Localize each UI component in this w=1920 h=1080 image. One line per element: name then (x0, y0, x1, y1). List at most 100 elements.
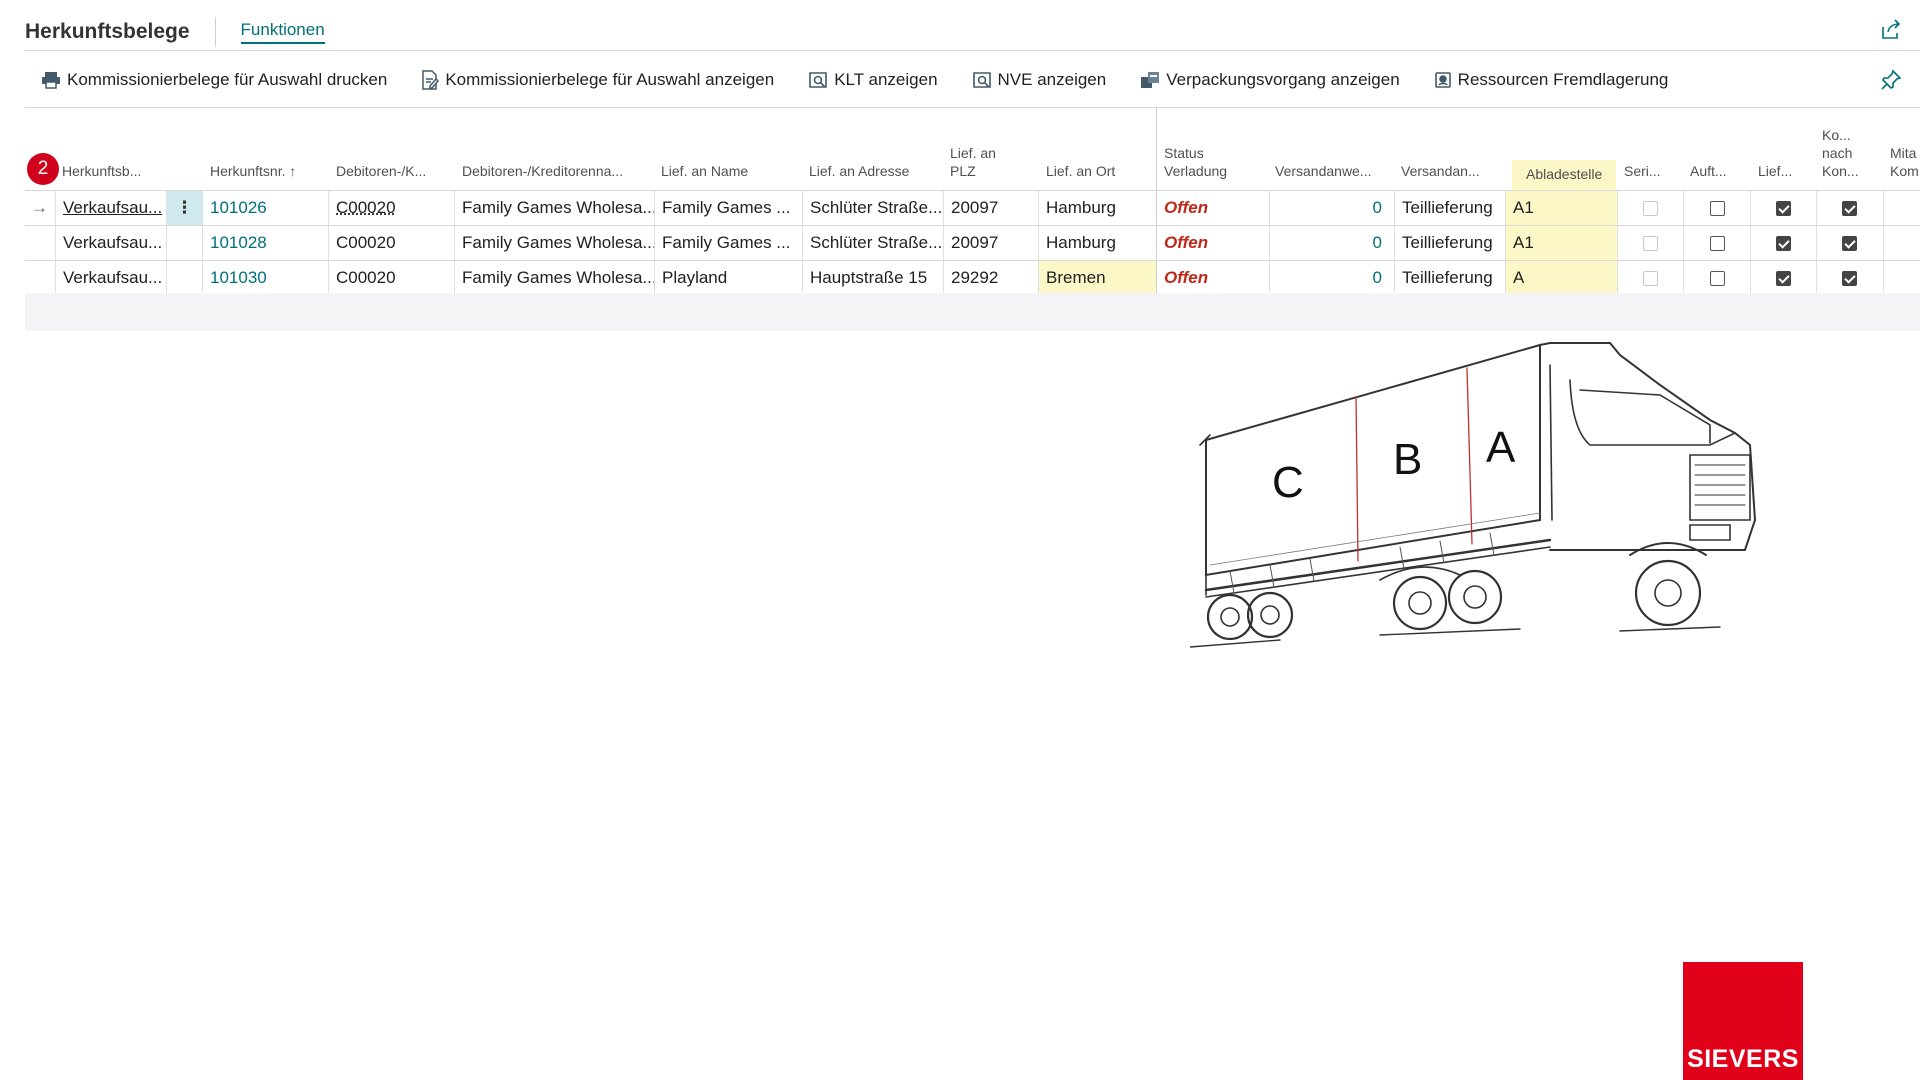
checkbox[interactable] (1776, 201, 1791, 216)
cell-ko[interactable] (1816, 226, 1883, 260)
cell-versandart[interactable]: Teillieferung (1394, 261, 1505, 295)
table-row[interactable]: Verkaufsau... 101028 C00020 Family Games… (25, 225, 1920, 260)
cell-status[interactable]: Offen (1156, 191, 1269, 225)
cell-ko[interactable] (1816, 191, 1883, 225)
action-label: Kommissionierbelege für Auswahl anzeigen (445, 70, 775, 89)
page-title: Herkunftsbelege (25, 20, 190, 43)
cell-ko[interactable] (1816, 261, 1883, 295)
truck-label-b: B (1393, 435, 1422, 484)
cell-debitor-name[interactable]: Family Games Wholesa... (454, 226, 654, 260)
cell-lief[interactable] (1750, 226, 1816, 260)
cell-versandanweisung[interactable]: 0 (1269, 191, 1394, 225)
cell-debitor-nr[interactable]: C00020 (328, 191, 454, 225)
checkbox[interactable] (1710, 271, 1725, 286)
cell-herkunftsnr[interactable]: 101028 (202, 226, 328, 260)
col-header-lief[interactable]: Lief... (1758, 162, 1792, 180)
show-klt-button[interactable]: KLT anzeigen (808, 70, 938, 90)
cell-seri (1617, 191, 1683, 225)
show-packing-process-button[interactable]: Verpackungsvorgang anzeigen (1140, 70, 1400, 90)
cell-text: Verkaufsau... (63, 198, 163, 217)
cell-mita[interactable] (1883, 226, 1920, 260)
col-header-seri[interactable]: Seri... (1624, 162, 1661, 180)
checkbox[interactable] (1776, 236, 1791, 251)
cell-mita[interactable] (1883, 191, 1920, 225)
col-header-ko[interactable]: Ko... nach Kon... (1822, 126, 1859, 180)
col-header-auft[interactable]: Auft... (1690, 162, 1727, 180)
table-row[interactable]: → Verkaufsau... ⋮ 101026 C00020 Family G… (25, 190, 1920, 225)
cell-debitor-name[interactable]: Family Games Wholesa... (454, 261, 654, 295)
cell-debitor-name[interactable]: Family Games Wholesa... (454, 191, 654, 225)
print-picking-docs-button[interactable]: Kommissionierbelege für Auswahl drucken (41, 70, 387, 90)
col-header-line: Kom (1890, 163, 1919, 179)
cell-herkunftsnr[interactable]: 101026 (202, 191, 328, 225)
divider (25, 50, 1920, 51)
cell-herkunftsbeleg[interactable]: Verkaufsau... (55, 191, 166, 225)
cell-debitor-nr[interactable]: C00020 (328, 226, 454, 260)
col-header-debitor-nr[interactable]: Debitoren-/K... (336, 162, 426, 180)
cell-seri (1617, 226, 1683, 260)
cell-herkunftsnr[interactable]: 101030 (202, 261, 328, 295)
col-header-herkunftsnr[interactable]: Herkunftsnr. ↑ (210, 162, 296, 180)
cell-lief-plz[interactable]: 29292 (943, 261, 1038, 295)
printer-icon (42, 72, 60, 89)
col-header-lief-adresse[interactable]: Lief. an Adresse (809, 162, 909, 180)
cell-lief-name[interactable]: Family Games ... (654, 226, 802, 260)
current-row-arrow-icon: → (31, 198, 48, 217)
col-header-lief-ort[interactable]: Lief. an Ort (1046, 162, 1115, 180)
cell-lief-plz[interactable]: 20097 (943, 226, 1038, 260)
truck-label-a: A (1486, 423, 1516, 472)
tab-funktionen[interactable]: Funktionen (240, 20, 325, 44)
cell-herkunftsbeleg[interactable]: Verkaufsau... (55, 261, 166, 295)
cell-abladestelle[interactable]: A1 (1505, 191, 1617, 225)
cell-status[interactable]: Offen (1156, 261, 1269, 295)
cell-herkunftsbeleg[interactable]: Verkaufsau... (55, 226, 166, 260)
col-header-versandart[interactable]: Versandan... (1401, 162, 1480, 180)
cell-debitor-nr[interactable]: C00020 (328, 261, 454, 295)
cell-versandart[interactable]: Teillieferung (1394, 226, 1505, 260)
col-header-status[interactable]: Status Verladung (1164, 144, 1227, 180)
cell-auft[interactable] (1683, 226, 1750, 260)
cell-lief[interactable] (1750, 261, 1816, 295)
cell-versandart[interactable]: Teillieferung (1394, 191, 1505, 225)
cell-abladestelle[interactable]: A1 (1505, 226, 1617, 260)
col-header-mita[interactable]: Mita Kom (1890, 144, 1919, 180)
col-header-lief-plz[interactable]: Lief. an PLZ (950, 144, 996, 180)
cell-lief-ort[interactable]: Hamburg (1038, 226, 1156, 260)
col-header-debitor-name[interactable]: Debitoren-/Kreditorenna... (462, 162, 623, 180)
cell-abladestelle[interactable]: A (1505, 261, 1617, 295)
checkbox[interactable] (1710, 236, 1725, 251)
show-nve-button[interactable]: NVE anzeigen (972, 70, 1106, 90)
col-header-line: PLZ (950, 163, 976, 179)
row-actions-menu-icon[interactable]: ⋮ (166, 191, 202, 225)
cell-lief[interactable] (1750, 191, 1816, 225)
resources-external-storage-button[interactable]: Ressourcen Fremdlagerung (1434, 70, 1668, 90)
cell-versandanweisung[interactable]: 0 (1269, 226, 1394, 260)
cell-lief-ort[interactable]: Bremen (1038, 261, 1156, 295)
cell-auft[interactable] (1683, 261, 1750, 295)
table-row[interactable]: Verkaufsau... 101030 C00020 Family Games… (25, 260, 1920, 295)
cell-lief-plz[interactable]: 20097 (943, 191, 1038, 225)
col-header-herkunftsbeleg[interactable]: Herkunftsb... (62, 162, 141, 180)
cell-lief-ort[interactable]: Hamburg (1038, 191, 1156, 225)
checkbox[interactable] (1710, 201, 1725, 216)
cell-mita[interactable] (1883, 261, 1920, 295)
show-picking-docs-button[interactable]: Kommissionierbelege für Auswahl anzeigen (421, 70, 774, 90)
checkbox[interactable] (1842, 201, 1857, 216)
cell-lief-name[interactable]: Family Games ... (654, 191, 802, 225)
cell-versandanweisung[interactable]: 0 (1269, 261, 1394, 295)
col-header-versandanweisung[interactable]: Versandanwe... (1275, 162, 1372, 180)
col-header-abladestelle[interactable]: Abladestelle (1512, 160, 1617, 190)
cell-lief-name[interactable]: Playland (654, 261, 802, 295)
cell-auft[interactable] (1683, 191, 1750, 225)
cell-lief-adresse[interactable]: Schlüter Straße... (802, 226, 943, 260)
checkbox[interactable] (1842, 271, 1857, 286)
checkbox[interactable] (1842, 236, 1857, 251)
col-header-lief-name[interactable]: Lief. an Name (661, 162, 748, 180)
cell-lief-adresse[interactable]: Hauptstraße 15 (802, 261, 943, 295)
cell-status[interactable]: Offen (1156, 226, 1269, 260)
checkbox[interactable] (1776, 271, 1791, 286)
cell-lief-adresse[interactable]: Schlüter Straße... (802, 191, 943, 225)
pin-icon[interactable] (1880, 69, 1902, 91)
share-icon[interactable] (1878, 18, 1902, 42)
truck-illustration: C B A (1190, 342, 1757, 648)
